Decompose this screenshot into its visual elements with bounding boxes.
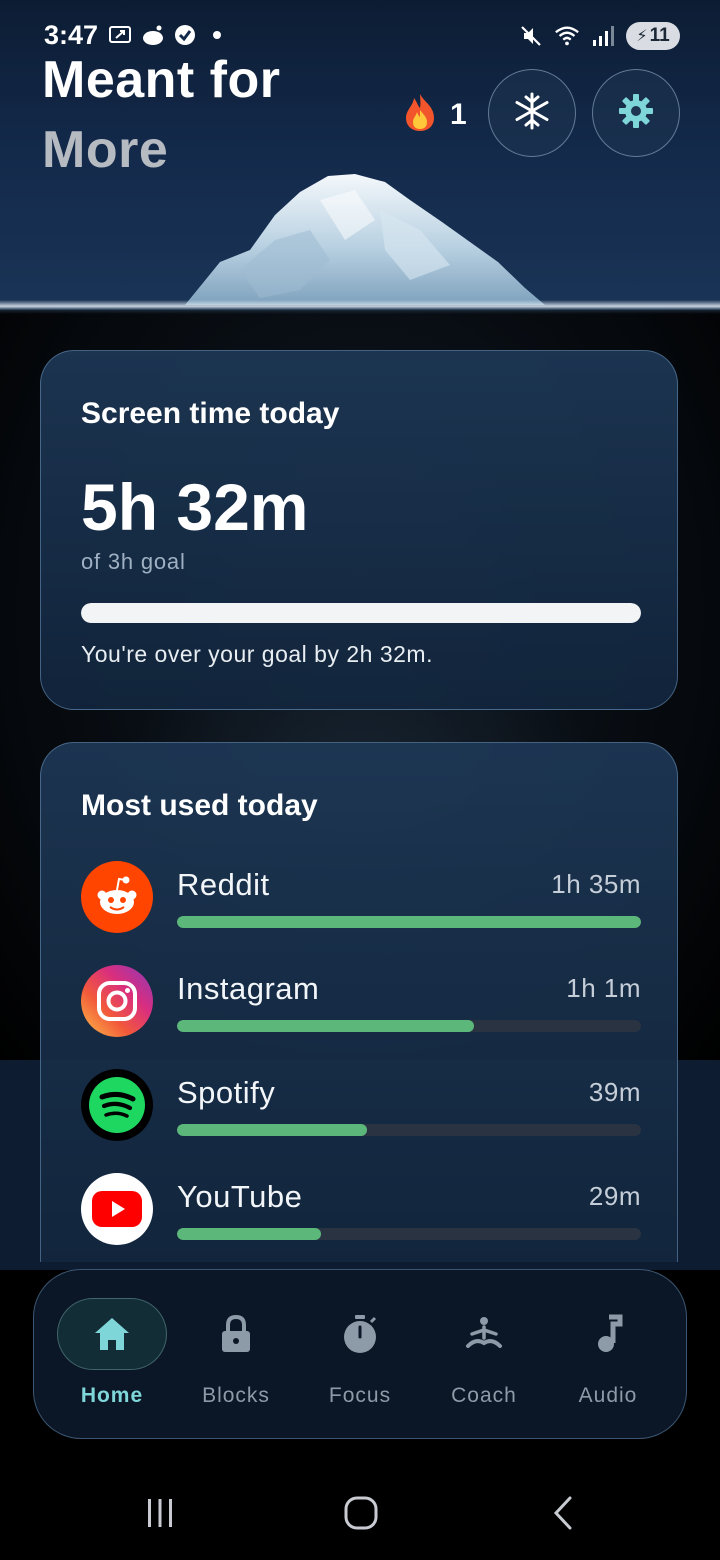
- battery-charging-icon: ⚡: [636, 28, 648, 45]
- nav-item-blocks[interactable]: Blocks: [174, 1270, 298, 1440]
- goal-text: of 3h goal: [81, 549, 186, 574]
- mute-icon: [518, 23, 544, 49]
- app-name: Spotify: [177, 1075, 276, 1110]
- meditation-icon: [464, 1314, 504, 1354]
- reddit-icon: [81, 861, 153, 933]
- dot-icon: [204, 22, 230, 48]
- app-time: 1h 1m: [566, 973, 641, 1003]
- app-usage-fill: [177, 1124, 368, 1136]
- nav-label: Audio: [578, 1384, 638, 1407]
- music-note-icon: [588, 1314, 628, 1354]
- nav-item-audio[interactable]: Audio: [546, 1270, 670, 1440]
- snowflake-icon: [512, 91, 552, 136]
- app-row-spotify[interactable]: Spotify 39m: [81, 1069, 641, 1159]
- lock-icon: [216, 1314, 256, 1354]
- app-time: 39m: [588, 1077, 641, 1107]
- app-name: YouTube: [177, 1179, 303, 1214]
- streak-count: 1: [450, 97, 467, 131]
- most-used-title: Most used today: [81, 789, 318, 822]
- battery-indicator: ⚡ 11: [626, 22, 680, 50]
- home-icon: [92, 1314, 132, 1354]
- nav-label: Home: [80, 1384, 144, 1407]
- streak-counter[interactable]: 1: [402, 92, 467, 137]
- app-time: 29m: [588, 1181, 641, 1211]
- goal-progress-fill: [81, 603, 641, 623]
- streak-freeze-button[interactable]: [488, 69, 576, 157]
- signal-icon: [590, 23, 616, 49]
- stopwatch-icon: [340, 1314, 380, 1354]
- fire-icon: [402, 92, 438, 137]
- battery-level: 11: [649, 25, 670, 46]
- instagram-icon: [81, 965, 153, 1037]
- app-usage-bar: [177, 1228, 641, 1240]
- nav-item-home[interactable]: Home: [50, 1270, 174, 1440]
- recent-apps-icon[interactable]: [130, 1488, 190, 1538]
- back-icon[interactable]: [534, 1488, 594, 1538]
- gear-icon: [616, 91, 656, 136]
- spotify-icon: [81, 1069, 153, 1141]
- blocked-icon: [172, 22, 198, 48]
- reddit-notification-icon: [140, 22, 166, 48]
- home-circle-icon[interactable]: [331, 1488, 391, 1538]
- status-time: 3:47: [44, 20, 99, 50]
- screen-time-title: Screen time today: [81, 397, 340, 430]
- app-screen: 3:47 ⚡ 11 Meant for More 1 Screen time t…: [0, 0, 720, 1560]
- nav-label: Blocks: [202, 1384, 270, 1407]
- app-row-reddit[interactable]: Reddit 1h 35m: [81, 861, 641, 951]
- nav-label: Coach: [451, 1384, 517, 1407]
- app-title-line-1: Meant for: [42, 51, 281, 109]
- goal-status-text: You're over your goal by 2h 32m.: [81, 641, 433, 667]
- app-name: Reddit: [177, 867, 270, 902]
- app-usage-fill: [177, 1228, 321, 1240]
- goal-progress-bar: [81, 603, 641, 623]
- settings-button[interactable]: [592, 69, 680, 157]
- app-usage-bar: [177, 1020, 641, 1032]
- app-usage-bar: [177, 916, 641, 928]
- nav-item-focus[interactable]: Focus: [298, 1270, 422, 1440]
- app-usage-bar: [177, 1124, 641, 1136]
- system-navigation-bar: [0, 1460, 720, 1560]
- app-row-instagram[interactable]: Instagram 1h 1m: [81, 965, 641, 1055]
- app-usage-fill: [177, 916, 641, 928]
- nav-label: Focus: [328, 1384, 392, 1407]
- app-usage-fill: [177, 1020, 474, 1032]
- nav-item-coach[interactable]: Coach: [422, 1270, 546, 1440]
- youtube-icon: [81, 1173, 153, 1245]
- bottom-navigation: Home Blocks Focus Coach Audio: [33, 1269, 687, 1439]
- water-line: [0, 300, 720, 314]
- screen-time-value: 5h 32m: [81, 470, 309, 544]
- app-title-line-2: More: [42, 121, 169, 179]
- most-used-card: Most used today Reddit 1h 35m Instagram …: [40, 742, 678, 1262]
- app-row-youtube[interactable]: YouTube 29m: [81, 1173, 641, 1262]
- status-icons-left: [108, 22, 230, 48]
- screen-time-card[interactable]: Screen time today 5h 32m of 3h goal You'…: [40, 350, 678, 710]
- app-name: Instagram: [177, 971, 320, 1006]
- wifi-icon: [554, 23, 580, 49]
- app-time: 1h 35m: [551, 869, 641, 899]
- screen-record-icon: [108, 22, 134, 48]
- iceberg-image: [185, 174, 545, 305]
- status-icons-right: ⚡ 11: [518, 22, 680, 50]
